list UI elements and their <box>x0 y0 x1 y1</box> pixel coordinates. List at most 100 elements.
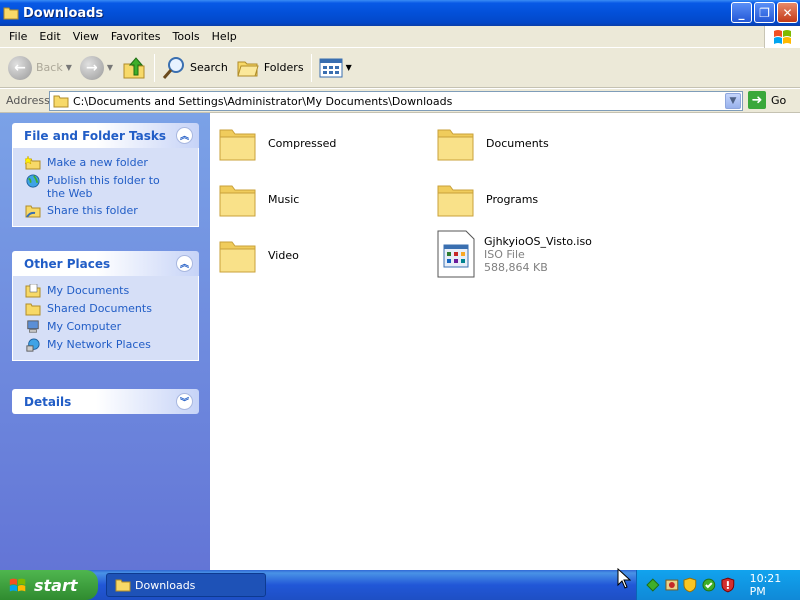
taskbar-window-downloads[interactable]: Downloads <box>106 573 266 597</box>
details-panel: Details ︾ <box>12 389 199 414</box>
task-label: Make a new folder <box>47 156 148 169</box>
shared-folder-icon <box>25 205 41 218</box>
clock: 10:21 PM <box>749 572 782 598</box>
folder-icon <box>3 7 19 20</box>
maximize-button[interactable]: ❐ <box>754 2 775 23</box>
place-label: Shared Documents <box>47 302 152 315</box>
back-label: Back <box>36 61 63 74</box>
menu-bar: File Edit View Favorites Tools Help <box>0 26 800 48</box>
search-label: Search <box>190 61 228 74</box>
views-button[interactable]: ▼ <box>315 52 356 84</box>
task-publish-to-web[interactable]: Publish this folder to the Web <box>25 174 198 200</box>
chevron-down-icon: ▼ <box>345 63 352 72</box>
other-places-panel: Other Places ︽ My Documents Shared Docum… <box>12 251 199 361</box>
iso-file-icon <box>437 230 475 278</box>
task-share-folder[interactable]: Share this folder <box>25 204 198 218</box>
taskbar-window-label: Downloads <box>135 578 196 592</box>
folder-item[interactable]: Documents <box>436 124 549 162</box>
folder-name: Programs <box>486 192 539 206</box>
file-folder-tasks-panel: File and Folder Tasks ︽ Make a new folde… <box>12 123 199 227</box>
forward-button[interactable]: → ▼ <box>76 52 117 84</box>
collapse-icon[interactable]: ︽ <box>176 255 193 272</box>
menu-file[interactable]: File <box>3 30 33 43</box>
folder-item[interactable]: Video <box>218 236 299 274</box>
back-button[interactable]: ← Back ▼ <box>4 52 76 84</box>
chevron-down-icon: ▼ <box>65 63 72 72</box>
menu-help[interactable]: Help <box>206 30 243 43</box>
globe-icon <box>26 174 40 188</box>
file-size: 588,864 KB <box>484 260 548 274</box>
place-label: My Computer <box>47 320 122 333</box>
folder-name: Music <box>268 192 300 206</box>
folder-name: Video <box>268 248 299 262</box>
windows-flag-icon <box>9 578 26 592</box>
file-name: GjhkyioOS_Visto.iso <box>484 234 592 248</box>
folder-icon <box>437 185 474 217</box>
folder-icon <box>437 129 474 161</box>
place-my-network-places[interactable]: My Network Places <box>25 338 198 352</box>
other-places-header[interactable]: Other Places ︽ <box>12 251 199 276</box>
tray-app-icon[interactable] <box>664 577 680 593</box>
address-dropdown-button[interactable]: ▼ <box>725 93 741 109</box>
panel-title: File and Folder Tasks <box>24 128 167 143</box>
place-label: My Documents <box>47 284 130 297</box>
menu-tools[interactable]: Tools <box>167 30 206 43</box>
alert-shield-icon[interactable] <box>720 577 736 593</box>
menu-edit[interactable]: Edit <box>33 30 66 43</box>
menu-view[interactable]: View <box>67 30 105 43</box>
task-make-new-folder[interactable]: Make a new folder <box>25 156 198 170</box>
views-icon <box>319 58 343 77</box>
expand-icon[interactable]: ︾ <box>176 393 193 410</box>
update-icon[interactable] <box>701 577 717 593</box>
toolbar: ← Back ▼ → ▼ Search Folders ▼ <box>0 48 800 88</box>
system-tray: 10:21 PM <box>636 570 800 600</box>
security-shield-icon[interactable] <box>682 577 698 593</box>
search-icon <box>162 56 185 79</box>
folder-item[interactable]: Compressed <box>218 124 336 162</box>
taskbar: start Downloads 10:21 PM <box>0 570 800 600</box>
forward-arrow-icon: → <box>79 55 104 80</box>
folder-up-icon <box>123 56 145 78</box>
collapse-icon[interactable]: ︽ <box>176 127 193 144</box>
title-bar[interactable]: Downloads _ ❐ ✕ <box>0 0 800 26</box>
go-button[interactable]: ➜ Go <box>748 91 786 109</box>
up-button[interactable] <box>117 52 151 84</box>
search-button[interactable]: Search <box>158 52 232 84</box>
folder-item[interactable]: Music <box>218 180 299 218</box>
folder-icon <box>115 579 131 592</box>
folders-button[interactable]: Folders <box>232 52 308 84</box>
address-label: Address <box>6 94 50 107</box>
file-type: ISO File <box>484 247 525 261</box>
start-button[interactable]: start <box>0 570 98 600</box>
place-my-documents[interactable]: My Documents <box>25 284 198 298</box>
address-path: C:\Documents and Settings\Administrator\… <box>73 94 453 108</box>
folder-icon <box>219 129 256 161</box>
details-header[interactable]: Details ︾ <box>12 389 199 414</box>
place-my-computer[interactable]: My Computer <box>25 320 198 334</box>
window-title: Downloads <box>23 5 104 21</box>
folder-item[interactable]: Programs <box>436 180 538 218</box>
menu-favorites[interactable]: Favorites <box>105 30 167 43</box>
folders-icon <box>237 61 259 76</box>
minimize-button[interactable]: _ <box>731 2 752 23</box>
file-item[interactable]: GjhkyioOS_Visto.iso ISO File 588,864 KB <box>436 229 592 279</box>
computer-icon <box>27 320 39 333</box>
back-arrow-icon: ← <box>8 55 32 80</box>
address-input[interactable]: C:\Documents and Settings\Administrator\… <box>49 91 743 111</box>
panel-title: Details <box>24 394 72 409</box>
place-shared-documents[interactable]: Shared Documents <box>25 302 198 316</box>
place-label: My Network Places <box>47 338 151 351</box>
toolbar-separator <box>310 53 312 82</box>
address-bar: Address C:\Documents and Settings\Admini… <box>0 89 800 113</box>
file-folder-tasks-header[interactable]: File and Folder Tasks ︽ <box>12 123 199 148</box>
toolbar-separator <box>154 53 156 82</box>
close-button[interactable]: ✕ <box>777 2 798 23</box>
folder-icon <box>53 95 69 108</box>
file-list: Compressed Documents Music Programs Vide… <box>210 113 800 570</box>
go-arrow-icon: ➜ <box>748 91 766 109</box>
folder-icon <box>219 241 256 273</box>
folder-icon <box>219 185 256 217</box>
network-icon[interactable] <box>645 577 661 593</box>
go-label: Go <box>771 93 787 107</box>
windows-logo-icon <box>764 26 800 48</box>
